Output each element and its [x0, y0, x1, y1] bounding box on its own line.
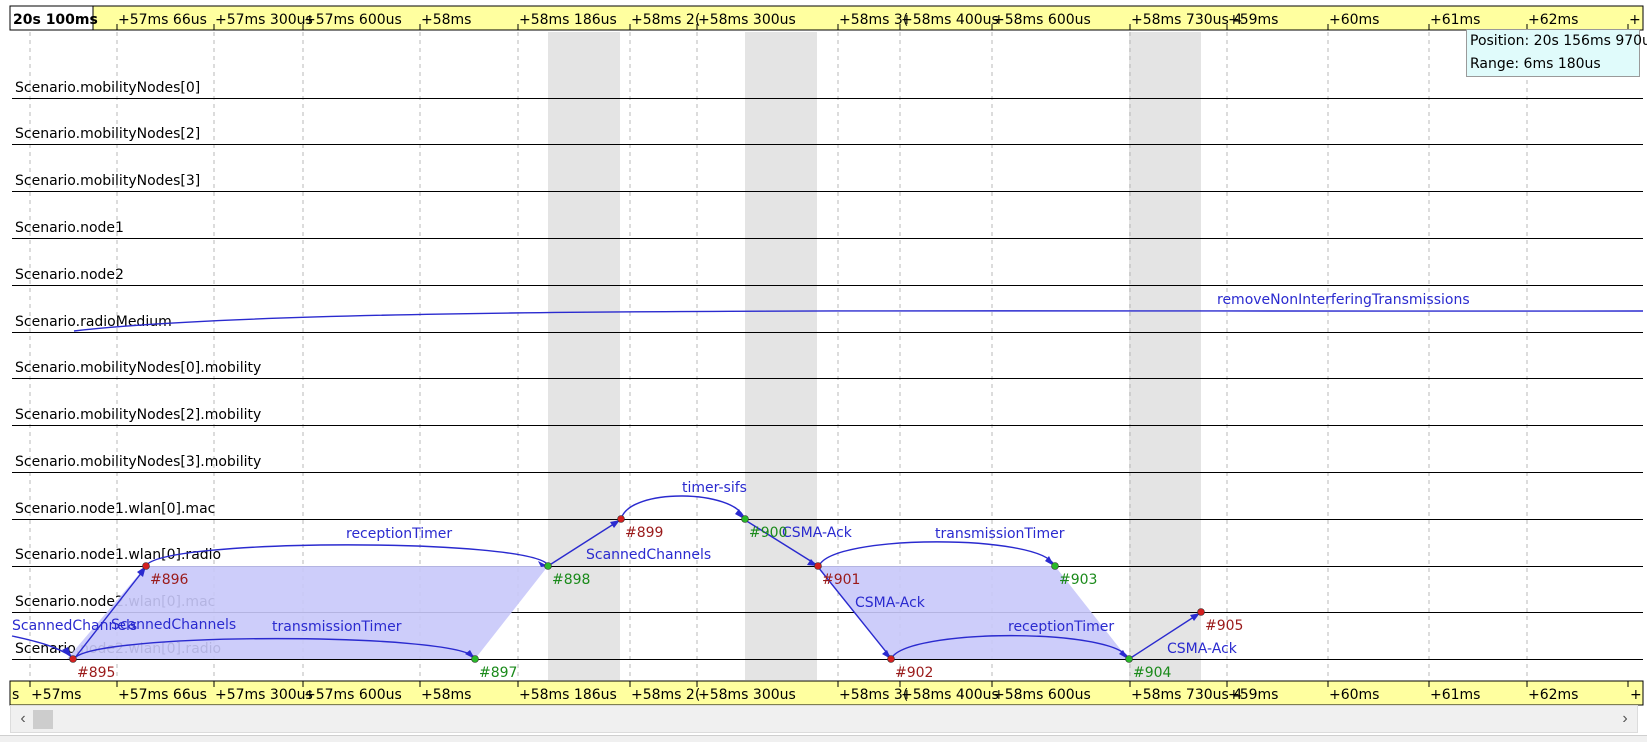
ruler-tick-label: +57ms 600us	[304, 12, 402, 28]
event-label[interactable]: #898	[552, 572, 590, 588]
ruler-tick-label: +58ms 730us 4	[1131, 687, 1242, 703]
message-label[interactable]: CSMA-Ack	[1167, 641, 1238, 657]
message-arrow[interactable]	[73, 310, 1644, 332]
ruler-start-label: 20s 100ms	[13, 12, 98, 28]
message-label[interactable]: ScannedChannels	[111, 617, 236, 633]
event-marker[interactable]	[814, 562, 822, 570]
ruler-tick-label: +61ms	[1430, 12, 1480, 28]
ruler-tick-label: +57ms	[31, 687, 81, 703]
top-time-ruler[interactable]: 20s 100ms +57ms 66us +57ms 300us +57ms 6…	[9, 5, 1644, 31]
message-arrow[interactable]	[818, 541, 1055, 567]
ruler-tick-label: +57ms 66us	[118, 687, 207, 703]
event-label[interactable]: #905	[1205, 618, 1243, 634]
ruler-tick-label: +58ms 2(	[631, 687, 700, 703]
event-label[interactable]: #902	[895, 665, 933, 681]
event-label[interactable]: #900	[749, 525, 787, 541]
bottom-time-ruler[interactable]: s +57ms +57ms 66us +57ms 300us +57ms 600…	[9, 680, 1644, 706]
ruler-tick-label: +57ms 600us	[304, 687, 402, 703]
event-marker[interactable]	[142, 562, 150, 570]
time-gap-band	[745, 32, 817, 680]
tooltip-position: Position: 20s 156ms 970us	[1470, 33, 1647, 49]
event-marker[interactable]	[69, 655, 77, 663]
message-label[interactable]: removeNonInterferingTransmissions	[1217, 292, 1470, 308]
tooltip-range: Range: 6ms 180us	[1470, 56, 1601, 72]
ruler-tick-label: +58ms 300us	[698, 12, 796, 28]
sequence-chart[interactable]: Scenario.mobilityNodes[0] Scenario.mobil…	[0, 0, 1647, 741]
axis-label[interactable]: Scenario.radioMedium	[15, 314, 172, 330]
axis-label[interactable]: Scenario.node1	[15, 220, 124, 236]
ruler-tick-label: +58ms 600us	[993, 687, 1091, 703]
ruler-tick-label: +57ms 300us	[215, 12, 313, 28]
ruler-tick-label: +58ms	[421, 687, 471, 703]
event-label[interactable]: #903	[1059, 572, 1097, 588]
event-marker[interactable]	[617, 515, 625, 523]
ruler-tick-label: +58ms 2(	[631, 12, 700, 28]
event-label[interactable]: #895	[77, 665, 115, 681]
message-label[interactable]: ScannedChannels	[586, 547, 711, 563]
time-gap-band	[1129, 32, 1201, 680]
chevron-right-icon[interactable]: ›	[1616, 710, 1634, 728]
axis-label[interactable]: Scenario.node2	[15, 267, 124, 283]
message-label[interactable]: timer-sifs	[682, 480, 747, 496]
ruler-tick-label: +60ms	[1329, 12, 1379, 28]
ruler-tick-label: +	[1629, 12, 1641, 28]
ruler-tick-label: +58ms 186us	[519, 687, 617, 703]
horizontal-scrollbar[interactable]: ‹ ›	[10, 705, 1638, 733]
ruler-tick-label: +62ms	[1528, 687, 1578, 703]
ruler-tick-label: +59ms	[1228, 12, 1278, 28]
axis-label[interactable]: Scenario.mobilityNodes[3]	[15, 173, 200, 189]
event-label[interactable]: #899	[625, 525, 663, 541]
axis-label[interactable]: Scenario.node1.wlan[0].radio	[15, 547, 221, 563]
scrollbar-thumb[interactable]	[33, 710, 53, 729]
chevron-left-icon[interactable]: ‹	[14, 710, 32, 728]
ruler-tick-label: +57ms 66us	[118, 12, 207, 28]
ruler-tick-label: +58ms	[421, 12, 471, 28]
event-marker[interactable]	[741, 515, 749, 523]
message-label[interactable]: CSMA-Ack	[782, 525, 853, 541]
ruler-tick-label: +59ms	[1228, 687, 1278, 703]
ruler-tick-label: +60ms	[1329, 687, 1379, 703]
message-arrow[interactable]	[620, 495, 745, 520]
ruler-tick-label: +57ms 300us	[215, 687, 313, 703]
event-marker[interactable]	[1197, 608, 1205, 616]
transmission-area[interactable]	[67, 566, 548, 659]
ruler-tick-label: +61ms	[1430, 687, 1480, 703]
event-marker[interactable]	[544, 562, 552, 570]
axis-label[interactable]: Scenario.mobilityNodes[2]	[15, 126, 200, 142]
event-label[interactable]: #904	[1133, 665, 1172, 681]
event-label[interactable]: #896	[150, 572, 189, 588]
message-label[interactable]: transmissionTimer	[935, 526, 1065, 542]
ruler-tick-label: +62ms	[1528, 12, 1578, 28]
ruler-tick-label: +58ms 3(	[839, 687, 908, 703]
ruler-tick-label: +58ms 300us	[698, 687, 796, 703]
axis-label[interactable]: Scenario.node1.wlan[0].mac	[15, 501, 215, 517]
message-label[interactable]: CSMA-Ack	[855, 595, 926, 611]
event-marker[interactable]	[1051, 562, 1059, 570]
message-label[interactable]: receptionTimer	[346, 526, 452, 542]
ruler-tick-label: +58ms 730us 4	[1131, 12, 1242, 28]
ruler-tick-label: +58ms 3(	[839, 12, 908, 28]
ruler-tick-label: +58ms 600us	[993, 12, 1091, 28]
axis-label[interactable]: Scenario.mobilityNodes[2].mobility	[15, 407, 261, 423]
ruler-tick-label: +58ms 400us	[901, 687, 999, 703]
ruler-tick-label: s	[12, 687, 19, 703]
message-label[interactable]: receptionTimer	[1008, 619, 1114, 635]
event-label[interactable]: #901	[822, 572, 860, 588]
event-label[interactable]: #897	[479, 665, 517, 681]
event-marker[interactable]	[471, 655, 479, 663]
message-label[interactable]: transmissionTimer	[272, 619, 402, 635]
position-tooltip: Position: 20s 156ms 970us Range: 6ms 180…	[1466, 29, 1647, 77]
axis-label[interactable]: Scenario.mobilityNodes[0].mobility	[15, 360, 261, 376]
event-marker[interactable]	[1125, 655, 1133, 663]
axis-label[interactable]: Scenario.mobilityNodes[3].mobility	[15, 454, 261, 470]
axis-label[interactable]: Scenario.mobilityNodes[0]	[15, 80, 200, 96]
event-marker[interactable]	[887, 655, 895, 663]
ruler-tick-label: +	[1630, 687, 1642, 703]
ruler-tick-label: +58ms 186us	[519, 12, 617, 28]
ruler-tick-label: +58ms 400us	[901, 12, 999, 28]
